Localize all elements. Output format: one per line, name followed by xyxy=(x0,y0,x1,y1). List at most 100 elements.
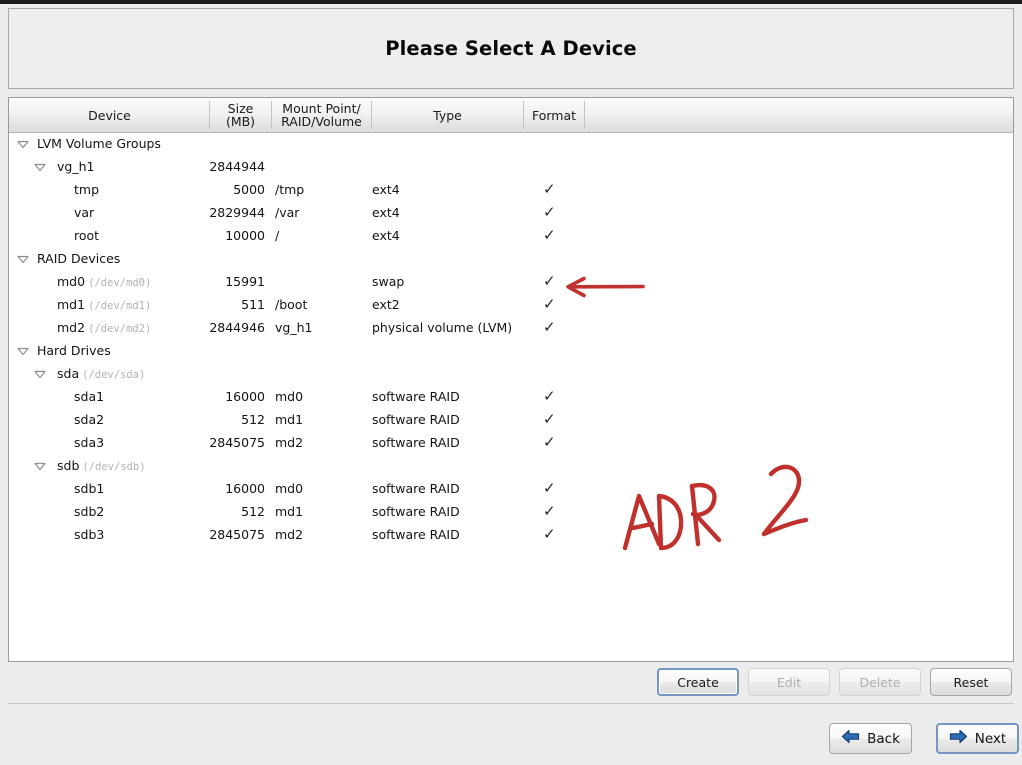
cell-format-check: ✓ xyxy=(543,525,556,543)
cell-device: LVM Volume Groups xyxy=(37,136,161,151)
action-button-bar: Create Edit Delete Reset xyxy=(8,665,1014,702)
cell-type: software RAID xyxy=(372,435,460,450)
delete-button[interactable]: Delete xyxy=(839,668,921,696)
cell-mount-point: /tmp xyxy=(275,182,305,197)
table-row[interactable]: vg_h1 2844944 xyxy=(9,156,1013,179)
cell-size: 512 xyxy=(241,412,265,427)
column-header-format[interactable]: Format xyxy=(524,98,584,132)
cell-type: software RAID xyxy=(372,412,460,427)
table-row[interactable]: var 2829944/var ext4 ✓ xyxy=(9,202,1013,225)
cell-type: software RAID xyxy=(372,527,460,542)
table-row[interactable]: md1 (/dev/md1) 511/boot ext2 ✓ xyxy=(9,294,1013,317)
cell-size: 2845075 xyxy=(209,527,265,542)
table-row[interactable]: sda2 512 md1 software RAID ✓ xyxy=(9,409,1013,432)
column-header-mount-point[interactable]: Mount Point/ RAID/Volume xyxy=(272,98,371,132)
cell-type: ext4 xyxy=(372,228,400,243)
cell-format-check: ✓ xyxy=(543,433,556,451)
cell-mount-point: md2 xyxy=(275,435,304,450)
cell-device: var xyxy=(74,205,95,220)
table-row[interactable]: tmp 5000/tmp ext4 ✓ xyxy=(9,179,1013,202)
column-header-device[interactable]: Device xyxy=(10,98,209,132)
cell-device: sda1 xyxy=(74,389,105,404)
cell-format-check: ✓ xyxy=(543,318,556,336)
next-button[interactable]: Next xyxy=(936,723,1019,754)
cell-format-check: ✓ xyxy=(543,180,556,198)
tree-expander-icon[interactable] xyxy=(34,370,46,379)
cell-device: sdb3 xyxy=(74,527,105,542)
title-panel: Please Select A Device xyxy=(8,8,1014,89)
cell-size: 16000 xyxy=(225,389,265,404)
cell-size: 10000 xyxy=(225,228,265,243)
tree-expander-icon[interactable] xyxy=(17,347,29,356)
device-list-panel[interactable]: Device Size (MB) Mount Point/ RAID/Volum… xyxy=(8,97,1014,662)
table-row[interactable]: sda (/dev/sda) xyxy=(9,363,1013,386)
cell-format-check: ✓ xyxy=(543,502,556,520)
cell-device: sda (/dev/sda) xyxy=(57,366,146,381)
cell-type: software RAID xyxy=(372,504,460,519)
cell-device: sda2 xyxy=(74,412,105,427)
cell-size: 5000 xyxy=(233,182,265,197)
tree-expander-icon[interactable] xyxy=(17,255,29,264)
cell-device-path: (/dev/sdb) xyxy=(82,461,146,473)
cell-mount-point: md1 xyxy=(275,412,304,427)
cell-device: root xyxy=(74,228,100,243)
cell-size: 511 xyxy=(241,297,265,312)
back-button-label: Back xyxy=(867,730,900,747)
cell-mount-point: md0 xyxy=(275,389,304,404)
table-row[interactable]: Hard Drives xyxy=(9,340,1013,363)
table-row[interactable]: md2 (/dev/md2) 2844946 vg_h1 physical volume… xyxy=(9,317,1013,340)
cell-size: 512 xyxy=(241,504,265,519)
page-title: Please Select A Device xyxy=(385,37,637,60)
arrow-right-icon xyxy=(949,729,968,748)
column-divider[interactable] xyxy=(584,101,585,129)
navigation-separator xyxy=(8,703,1014,704)
table-header-row: Device Size (MB) Mount Point/ RAID/Volum… xyxy=(9,98,1013,133)
annotation-handwriting-adr2 xyxy=(622,464,809,551)
cell-device: vg_h1 xyxy=(57,159,95,174)
cell-size: 16000 xyxy=(225,481,265,496)
tree-expander-icon[interactable] xyxy=(34,462,46,471)
cell-mount-point: /boot xyxy=(275,297,308,312)
cell-size: 15991 xyxy=(225,274,265,289)
cell-device: sdb2 xyxy=(74,504,105,519)
cell-type: ext2 xyxy=(372,297,400,312)
create-button[interactable]: Create xyxy=(657,668,739,696)
cell-device: RAID Devices xyxy=(37,251,121,266)
cell-size: 2845075 xyxy=(209,435,265,450)
cell-size: 2829944 xyxy=(209,205,265,220)
cell-type: physical volume (LVM) xyxy=(372,320,513,335)
column-header-size-line2: (MB) xyxy=(225,114,256,129)
cell-type: ext4 xyxy=(372,182,400,197)
cell-format-check: ✓ xyxy=(543,479,556,497)
column-header-size[interactable]: Size (MB) xyxy=(210,98,271,132)
cell-format-check: ✓ xyxy=(543,387,556,405)
table-row[interactable]: sda1 16000 md0 software RAID ✓ xyxy=(9,386,1013,409)
back-button[interactable]: Back xyxy=(829,723,912,754)
cell-mount-point: /var xyxy=(275,205,300,220)
edit-button[interactable]: Edit xyxy=(748,668,830,696)
cell-device-path: (/dev/sda) xyxy=(82,369,146,381)
table-row[interactable]: root 10000 / ext4 ✓ xyxy=(9,225,1013,248)
arrow-left-icon xyxy=(841,729,860,748)
cell-mount-point: / xyxy=(275,228,280,243)
cell-format-check: ✓ xyxy=(543,226,556,244)
cell-mount-point: vg_h1 xyxy=(275,320,313,335)
cell-device: tmp xyxy=(74,182,100,197)
reset-button[interactable]: Reset xyxy=(930,668,1012,696)
cell-device: sda3 xyxy=(74,435,105,450)
tree-expander-icon[interactable] xyxy=(34,163,46,172)
cell-format-check: ✓ xyxy=(543,295,556,313)
column-header-type[interactable]: Type xyxy=(372,98,523,132)
table-row[interactable]: md0 (/dev/md0) 15991 swap ✓ xyxy=(9,271,1013,294)
cell-format-check: ✓ xyxy=(543,203,556,221)
navigation-bar: Back Next xyxy=(8,712,1019,760)
cell-type: ext4 xyxy=(372,205,400,220)
cell-mount-point: md1 xyxy=(275,504,304,519)
cell-type: swap xyxy=(372,274,405,289)
cell-mount-point: md2 xyxy=(275,527,304,542)
table-row[interactable]: RAID Devices xyxy=(9,248,1013,271)
table-row[interactable]: LVM Volume Groups xyxy=(9,133,1013,156)
device-tree-rows: LVM Volume Groups vg_h1 2844944 tmp 5000/tmp… xyxy=(9,133,1013,661)
tree-expander-icon[interactable] xyxy=(17,140,29,149)
cell-format-check: ✓ xyxy=(543,272,556,290)
